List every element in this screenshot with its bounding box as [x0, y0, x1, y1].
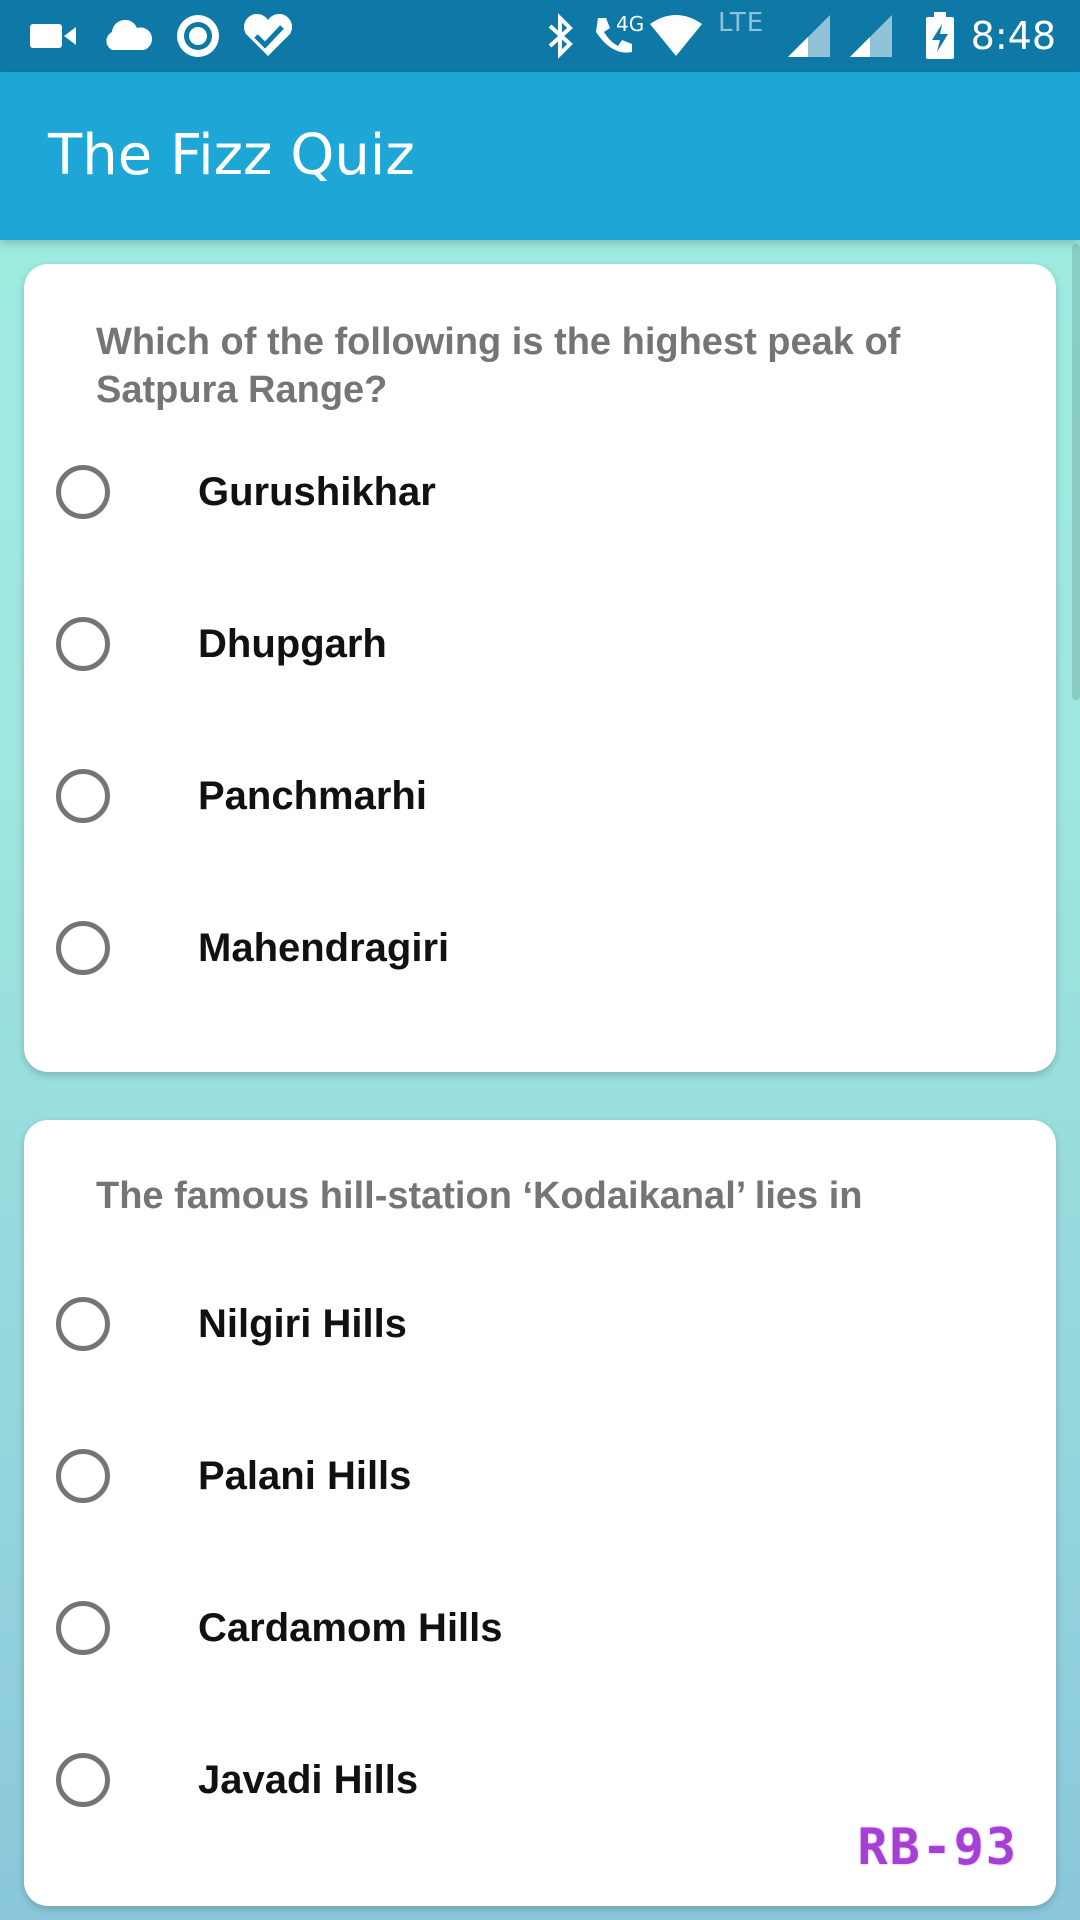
answer-option-label: Palani Hills: [198, 1453, 412, 1498]
status-bar: 4G LTE 8:48: [0, 0, 1080, 72]
app-title: The Fizz Quiz: [48, 123, 415, 188]
radio-button-icon[interactable]: [56, 1297, 110, 1351]
answer-option[interactable]: Nilgiri Hills: [56, 1274, 996, 1374]
answer-option-label: Cardamom Hills: [198, 1605, 503, 1650]
video-camera-icon: [28, 14, 78, 58]
answer-option-label: Mahendragiri: [198, 925, 450, 970]
answer-option[interactable]: Panchmarhi: [56, 746, 996, 846]
radio-button-icon[interactable]: [56, 617, 110, 671]
question-text: Which of the following is the highest pe…: [96, 321, 901, 411]
radio-button-icon[interactable]: [56, 465, 110, 519]
target-circle-icon: [174, 14, 222, 58]
radio-button-icon[interactable]: [56, 1753, 110, 1807]
answer-option-label: Panchmarhi: [198, 773, 427, 818]
signal-icon: [848, 14, 894, 58]
radio-button-icon[interactable]: [56, 1449, 110, 1503]
question-text: The famous hill-station ‘Kodaikanal’ lie…: [96, 1175, 863, 1217]
radio-button-icon[interactable]: [56, 1601, 110, 1655]
signal-icon: [786, 14, 832, 58]
answer-option-label: Nilgiri Hills: [198, 1301, 407, 1346]
answer-option[interactable]: Palani Hills: [56, 1426, 996, 1526]
call-network-label: 4G: [616, 12, 645, 36]
status-time: 8:48: [970, 14, 1056, 58]
answer-option[interactable]: Dhupgarh: [56, 594, 996, 694]
bluetooth-icon: [544, 13, 578, 59]
cloud-icon: [100, 14, 154, 58]
app-bar: The Fizz Quiz: [0, 72, 1080, 240]
answer-option-label: Javadi Hills: [198, 1757, 419, 1802]
wifi-icon: [648, 14, 704, 58]
radio-button-icon[interactable]: [56, 769, 110, 823]
lte-label: LTE: [718, 8, 765, 38]
heart-check-icon: [240, 13, 296, 58]
answer-option[interactable]: Mahendragiri: [56, 898, 996, 998]
answer-option[interactable]: Gurushikhar: [56, 442, 996, 542]
answer-option-label: Gurushikhar: [198, 469, 436, 514]
answer-option[interactable]: Javadi Hills: [56, 1730, 996, 1830]
radio-button-icon[interactable]: [56, 921, 110, 975]
battery-charging-icon: [924, 12, 956, 59]
answer-option[interactable]: Cardamom Hills: [56, 1578, 996, 1678]
watermark-text: RB-93: [857, 1818, 1018, 1876]
answer-option-label: Dhupgarh: [198, 621, 387, 666]
scrollbar[interactable]: [1072, 244, 1080, 700]
